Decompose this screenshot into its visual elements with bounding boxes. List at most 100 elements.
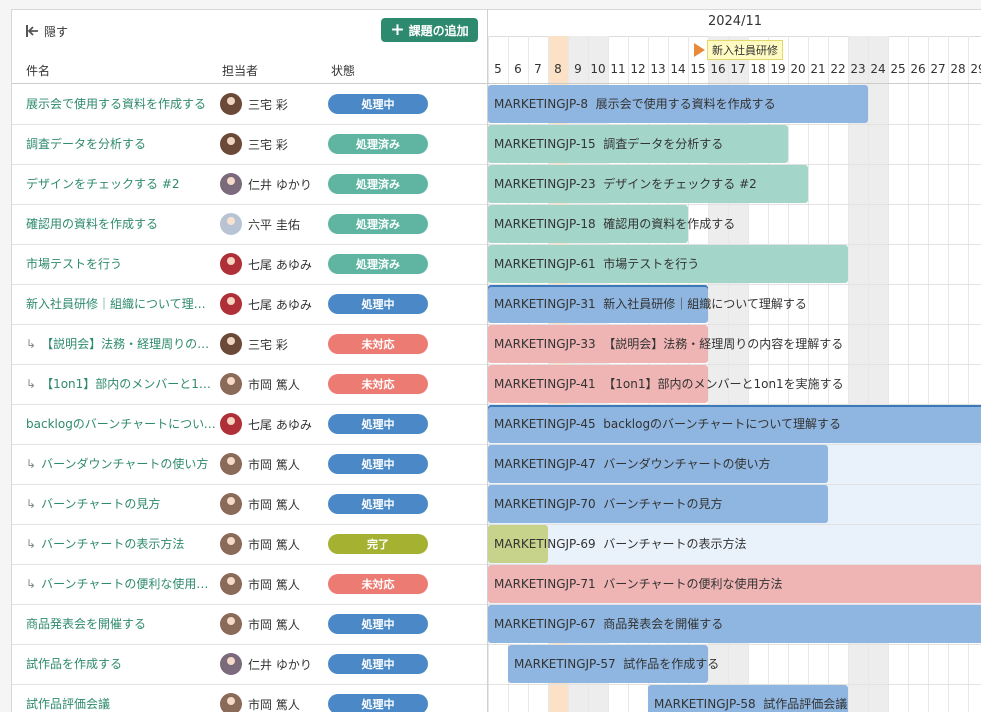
issue-row[interactable]: 展示会で使用する資料を作成する三宅 彩処理中 bbox=[12, 84, 487, 125]
issue-title-link[interactable]: 展示会で使用する資料を作成する bbox=[26, 84, 216, 124]
issue-title-link[interactable]: ↳バーンチャートの便利な使用方法 bbox=[26, 564, 216, 604]
status-badge[interactable]: 処理中 bbox=[328, 614, 428, 634]
assignee-name: 六平 圭佑 bbox=[248, 216, 300, 233]
status-badge[interactable]: 処理中 bbox=[328, 414, 428, 434]
assignee-name: 仁井 ゆかり bbox=[248, 656, 312, 673]
issue-row[interactable]: backlogのバーンチャートについて理解する 七尾 あゆみ処理中 bbox=[12, 404, 487, 445]
day-number: 13 bbox=[648, 62, 668, 76]
assignee-name: 七尾 あゆみ bbox=[248, 296, 312, 313]
issue-key: MARKETINGJP-58 bbox=[654, 697, 756, 711]
gantt-bar-label: MARKETINGJP-70 バーンチャートの見方 bbox=[494, 484, 723, 524]
issue-title-link[interactable]: 確認用の資料を作成する bbox=[26, 204, 216, 244]
status-badge[interactable]: 処理中 bbox=[328, 454, 428, 474]
issue-title-text: 【1on1】部内のメンバーと1on1を実施する bbox=[41, 377, 216, 391]
day-number: 20 bbox=[788, 62, 808, 76]
issue-title-link[interactable]: backlogのバーンチャートについて理解する bbox=[26, 404, 216, 444]
issue-row[interactable]: ↳バーンチャートの表示方法市岡 篤人完了 bbox=[12, 524, 487, 565]
gantt-issue-title: 調査データを分析する bbox=[603, 137, 723, 151]
issue-key: MARKETINGJP-61 bbox=[494, 257, 596, 271]
issue-row[interactable]: ↳【説明会】法務・経理周りの内容を理解する三宅 彩未対応 bbox=[12, 324, 487, 365]
status-badge[interactable]: 処理中 bbox=[328, 694, 428, 712]
day-number: 26 bbox=[908, 62, 928, 76]
issue-key: MARKETINGJP-8 bbox=[494, 97, 588, 111]
gantt-row: MARKETINGJP-61 市場テストを行う bbox=[488, 244, 981, 285]
assignee-name: 七尾 あゆみ bbox=[248, 256, 312, 273]
gantt-row: MARKETINGJP-47 バーンダウンチャートの使い方 bbox=[488, 444, 981, 485]
status-badge[interactable]: 処理済み bbox=[328, 254, 428, 274]
gantt-bar-label: MARKETINGJP-41 【1on1】部内のメンバーと1on1を実施する bbox=[494, 364, 844, 404]
status-badge[interactable]: 処理中 bbox=[328, 94, 428, 114]
issue-title-link[interactable]: 試作品を作成する bbox=[26, 644, 216, 684]
issue-title-text: バーンチャートの便利な使用方法 bbox=[41, 577, 216, 591]
day-number: 6 bbox=[508, 62, 528, 76]
issue-key: MARKETINGJP-18 bbox=[494, 217, 596, 231]
day-number: 24 bbox=[868, 62, 888, 76]
column-header-title[interactable]: 件名 bbox=[26, 62, 50, 79]
issue-title-text: バーンチャートの表示方法 bbox=[41, 537, 184, 551]
issue-title-text: 試作品評価会議 bbox=[26, 697, 110, 711]
issue-row[interactable]: 確認用の資料を作成する 六平 圭佑 処理済み bbox=[12, 204, 487, 245]
assignee-name: 仁井 ゆかり bbox=[248, 176, 312, 193]
issue-row[interactable]: 試作品を作成する 仁井 ゆかり処理中 bbox=[12, 644, 487, 685]
status-badge[interactable]: 未対応 bbox=[328, 374, 428, 394]
day-number: 8 bbox=[548, 62, 568, 76]
issue-title-link[interactable]: ↳バーンダウンチャートの使い方 bbox=[26, 444, 216, 484]
issue-title-link[interactable]: 試作品評価会議 bbox=[26, 684, 216, 712]
avatar bbox=[220, 453, 242, 475]
issue-row[interactable]: デザインをチェックする #2 仁井 ゆかり処理済み bbox=[12, 164, 487, 205]
status-badge[interactable]: 処理中 bbox=[328, 494, 428, 514]
issue-row[interactable]: ↳バーンダウンチャートの使い方 市岡 篤人 処理中 bbox=[12, 444, 487, 485]
status-badge[interactable]: 処理済み bbox=[328, 174, 428, 194]
issue-key: MARKETINGJP-31 bbox=[494, 297, 596, 311]
column-header-status[interactable]: 状態 bbox=[331, 62, 355, 79]
issue-list-pane: 隠す + 課題の追加 件名 担当者 状態 展示会で使用する資料を作成する三宅 彩… bbox=[12, 10, 488, 712]
issue-title-link[interactable]: デザインをチェックする #2 bbox=[26, 164, 216, 204]
collapse-left-icon bbox=[26, 25, 40, 37]
status-badge[interactable]: 未対応 bbox=[328, 574, 428, 594]
hide-button[interactable]: 隠す bbox=[26, 22, 68, 40]
issue-title-text: 確認用の資料を作成する bbox=[26, 217, 158, 231]
issue-row[interactable]: ↳バーンチャートの便利な使用方法市岡 篤人未対応 bbox=[12, 564, 487, 605]
gantt-issue-title: 試作品評価会議 bbox=[763, 697, 847, 711]
issue-row[interactable]: 市場テストを行う 七尾 あゆみ処理済み bbox=[12, 244, 487, 285]
issue-title-link[interactable]: ↳【説明会】法務・経理周りの内容を理解する bbox=[26, 324, 216, 364]
assignee-name: 市岡 篤人 bbox=[248, 376, 300, 393]
issue-row[interactable]: ↳【1on1】部内のメンバーと1on1を実施する 市岡 篤人 未対応 bbox=[12, 364, 487, 405]
status-badge[interactable]: 処理中 bbox=[328, 294, 428, 314]
label-gap bbox=[588, 97, 596, 111]
issue-title-link[interactable]: 商品発表会を開催する bbox=[26, 604, 216, 644]
status-badge[interactable]: 処理済み bbox=[328, 134, 428, 154]
avatar bbox=[220, 253, 242, 275]
issue-row[interactable]: ↳バーンチャートの見方市岡 篤人処理中 bbox=[12, 484, 487, 525]
gantt-bar-label: MARKETINGJP-61 市場テストを行う bbox=[494, 244, 699, 284]
status-badge[interactable]: 完了 bbox=[328, 534, 428, 554]
avatar bbox=[220, 493, 242, 515]
gantt-row: MARKETINGJP-45 backlogのバーンチャートについて理解する bbox=[488, 404, 981, 445]
issue-row[interactable]: 商品発表会を開催する市岡 篤人処理中 bbox=[12, 604, 487, 645]
column-header-assignee[interactable]: 担当者 bbox=[222, 62, 258, 79]
issue-row[interactable]: 調査データを分析する三宅 彩処理済み bbox=[12, 124, 487, 165]
issue-title-link[interactable]: 市場テストを行う bbox=[26, 244, 216, 284]
add-issue-button[interactable]: + 課題の追加 bbox=[381, 18, 478, 42]
issue-title-link[interactable]: ↳バーンチャートの見方 bbox=[26, 484, 216, 524]
status-badge[interactable]: 処理済み bbox=[328, 214, 428, 234]
status-badge[interactable]: 処理中 bbox=[328, 654, 428, 674]
status-badge[interactable]: 未対応 bbox=[328, 334, 428, 354]
issue-title-link[interactable]: ↳バーンチャートの表示方法 bbox=[26, 524, 216, 564]
gantt-bar-label: MARKETINGJP-31 新入社員研修｜組織について理解する bbox=[494, 284, 807, 324]
issue-row[interactable]: 新入社員研修｜組織について理解する 七尾 あゆみ処理中 bbox=[12, 284, 487, 325]
assignee-name: 七尾 あゆみ bbox=[248, 416, 312, 433]
issue-key: MARKETINGJP-41 bbox=[494, 377, 596, 391]
issue-title-link[interactable]: 調査データを分析する bbox=[26, 124, 216, 164]
day-number: 25 bbox=[888, 62, 908, 76]
day-number: 27 bbox=[928, 62, 948, 76]
issue-title-link[interactable]: 新入社員研修｜組織について理解する bbox=[26, 284, 216, 324]
milestone[interactable]: 新入社員研修 bbox=[694, 40, 783, 60]
issue-title-text: 調査データを分析する bbox=[26, 137, 146, 151]
gantt-bar-label: MARKETINGJP-58 試作品評価会議 bbox=[654, 684, 847, 712]
day-number: 19 bbox=[768, 62, 788, 76]
issue-title-link[interactable]: ↳【1on1】部内のメンバーと1on1を実施する bbox=[26, 364, 216, 404]
assignee-name: 市岡 篤人 bbox=[248, 456, 300, 473]
issue-row[interactable]: 試作品評価会議市岡 篤人処理中 bbox=[12, 684, 487, 712]
day-number: 16 bbox=[708, 62, 728, 76]
